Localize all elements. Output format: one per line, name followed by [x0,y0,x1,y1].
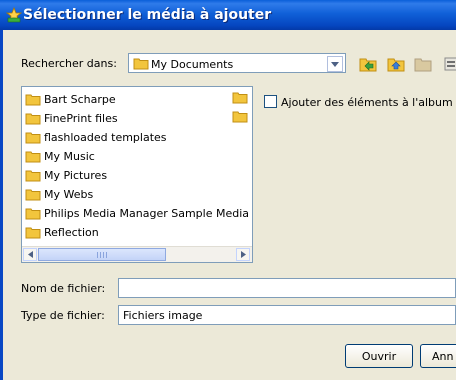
folder-icon [25,94,41,106]
folder-icon [25,227,41,239]
scroll-thumb[interactable] [38,248,166,261]
chevron-down-icon[interactable] [327,56,343,72]
filename-input[interactable] [118,278,456,298]
back-icon[interactable] [357,53,379,75]
filename-label: Nom de fichier: [21,282,106,295]
add-to-album-label: Ajouter des éléments à l'album d'im [281,96,456,109]
folder-icon [25,170,41,182]
lookin-label: Rechercher dans: [21,57,117,70]
list-item[interactable]: Reflection [25,223,99,242]
list-item[interactable]: Philips Media Manager Sample Media [25,204,249,223]
list-item-label: My Music [44,150,95,163]
up-folder-icon[interactable] [385,53,407,75]
folder-icon [25,208,41,220]
list-item[interactable]: My Webs [25,185,93,204]
filetype-label: Type de fichier: [21,309,105,322]
chevron-right-icon [240,251,246,258]
list-item-label: FinePrint files [44,112,118,125]
new-folder-icon[interactable] [412,53,434,75]
add-to-album-checkbox[interactable] [264,95,277,108]
list-item-label: Philips Media Manager Sample Media [44,207,250,220]
media-add-icon [6,7,22,23]
cancel-button-label: Ann [432,349,454,363]
open-button-label: Ouvrir [361,349,397,363]
dialog-window: Sélectionner le média à ajouter Recherch… [0,0,456,380]
list-item-label: Bart Scharpe [44,93,116,106]
open-button[interactable]: Ouvrir [345,344,413,368]
horizontal-scrollbar[interactable] [22,246,252,262]
folder-icon[interactable] [232,91,248,104]
folder-icon [25,189,41,201]
lookin-dropdown[interactable]: My Documents [128,53,346,73]
scroll-right-button[interactable] [236,248,250,261]
list-item[interactable]: My Music [25,147,95,166]
title-bar[interactable]: Sélectionner le média à ajouter [0,0,456,30]
folder-icon [25,113,41,125]
filetype-dropdown[interactable]: Fichiers image [118,305,456,325]
file-list[interactable]: Bart Scharpe FinePrint files flashloaded… [21,86,253,263]
list-item[interactable]: flashloaded templates [25,128,167,147]
views-menu-icon[interactable] [440,53,456,75]
list-item-label: Reflection [44,226,99,239]
scroll-left-button[interactable] [23,248,37,261]
folder-icon [25,132,41,144]
cancel-button[interactable]: Ann [420,344,456,368]
dialog-title: Sélectionner le média à ajouter [23,7,272,23]
list-item[interactable]: My Pictures [25,166,107,185]
folder-icon [133,58,149,70]
list-item-label: flashloaded templates [44,131,167,144]
lookin-value: My Documents [151,58,234,71]
chevron-left-icon [27,251,33,258]
filetype-value: Fichiers image [123,309,203,322]
list-item-label: My Pictures [44,169,108,182]
list-item[interactable]: Bart Scharpe [25,90,116,109]
folder-icon[interactable] [232,110,248,123]
list-item-label: My Webs [44,188,94,201]
folder-icon [25,151,41,163]
list-item[interactable]: FinePrint files [25,109,118,128]
